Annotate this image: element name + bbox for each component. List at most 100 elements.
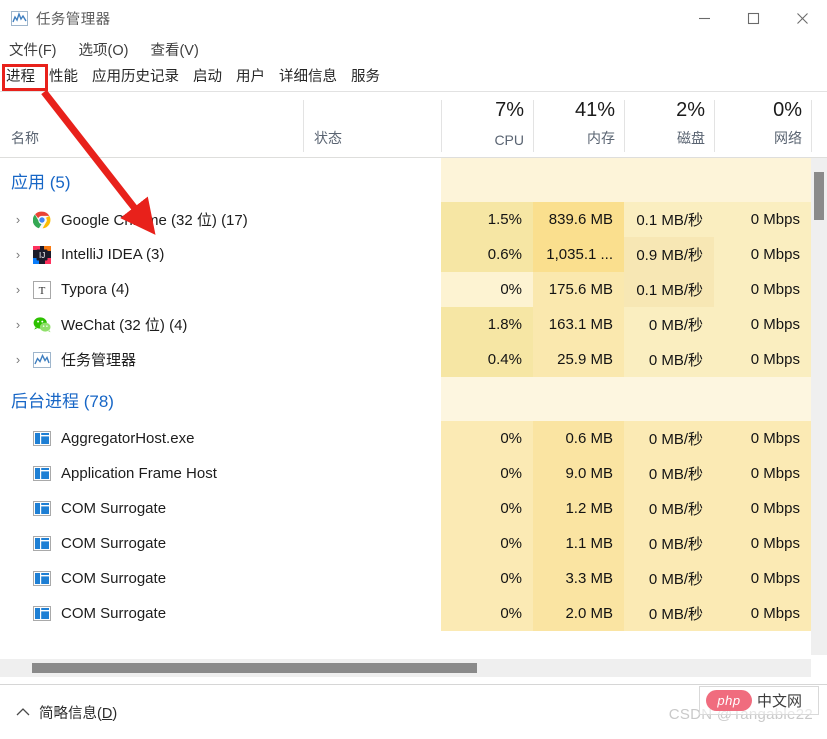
group-cpu-cell: [441, 377, 533, 421]
process-row[interactable]: COM Surrogate 0% 1.2 MB 0 MB/秒 0 Mbps: [0, 491, 811, 526]
process-name-cell[interactable]: COM Surrogate: [0, 561, 441, 596]
process-group-header[interactable]: 应用 (5): [0, 158, 811, 202]
group-cpu-cell: [441, 158, 533, 202]
process-disk-cell: 0 MB/秒: [624, 526, 714, 561]
column-cpu[interactable]: 7% CPU: [441, 92, 533, 157]
expand-chevron-icon[interactable]: ›: [10, 282, 26, 297]
process-cpu-cell: 0%: [441, 526, 533, 561]
process-network-cell: 0 Mbps: [714, 272, 811, 307]
expand-chevron-icon[interactable]: ›: [10, 247, 26, 262]
process-memory-cell: 2.0 MB: [533, 596, 624, 631]
process-name-cell[interactable]: › 任务管理器: [0, 342, 441, 377]
tab-startup[interactable]: 启动: [186, 64, 229, 91]
process-row[interactable]: AggregatorHost.exe 0% 0.6 MB 0 MB/秒 0 Mbps: [0, 421, 811, 456]
process-list[interactable]: 应用 (5) › Google Chrome (32 位) (17) 1.5% 839.…: [0, 158, 811, 655]
expand-chevron-icon[interactable]: ›: [10, 317, 26, 332]
process-network-cell: 0 Mbps: [714, 237, 811, 272]
group-network-cell: [714, 377, 811, 421]
horizontal-scrollbar-thumb[interactable]: [32, 663, 477, 673]
typora-icon: T: [32, 280, 52, 300]
process-cpu-cell: 0%: [441, 421, 533, 456]
process-cpu-cell: 0%: [441, 491, 533, 526]
process-window-icon: [32, 429, 52, 449]
expand-chevron-icon[interactable]: ›: [10, 212, 26, 227]
process-memory-cell: 3.3 MB: [533, 561, 624, 596]
process-network-cell: 0 Mbps: [714, 456, 811, 491]
group-memory-cell: [533, 377, 624, 421]
process-name-cell[interactable]: AggregatorHost.exe: [0, 421, 441, 456]
chevron-up-icon[interactable]: [14, 706, 32, 720]
task-manager-window: 任务管理器 文件(F) 选项(O) 查看(V) 进程 性能 应用历史记录 启动 …: [0, 0, 827, 739]
process-row[interactable]: Application Frame Host 0% 9.0 MB 0 MB/秒 0 Mb…: [0, 456, 811, 491]
expand-spacer: [10, 466, 26, 481]
process-name-cell[interactable]: Application Frame Host: [0, 456, 441, 491]
process-name: WeChat (32 位) (4): [61, 317, 188, 334]
process-memory-cell: 25.9 MB: [533, 342, 624, 377]
tab-app-history[interactable]: 应用历史记录: [85, 64, 186, 91]
column-network[interactable]: 0% 网络: [714, 92, 811, 157]
group-title: 后台进程 (78): [11, 391, 114, 411]
process-name: 任务管理器: [61, 352, 137, 369]
process-name-cell[interactable]: COM Surrogate: [0, 596, 441, 631]
process-row[interactable]: COM Surrogate 0% 3.3 MB 0 MB/秒 0 Mbps: [0, 561, 811, 596]
column-network-label: 网络: [774, 130, 802, 146]
process-window-icon: [32, 604, 52, 624]
process-cpu-cell: 0%: [441, 596, 533, 631]
window-controls: [680, 0, 827, 36]
process-group-header[interactable]: 后台进程 (78): [0, 377, 811, 421]
process-row[interactable]: COM Surrogate 0% 2.0 MB 0 MB/秒 0 Mbps: [0, 596, 811, 631]
process-row[interactable]: › T Typora (4) 0% 175.6 MB 0.1 MB/秒 0 Mbps: [0, 272, 811, 307]
process-memory-cell: 9.0 MB: [533, 456, 624, 491]
process-memory-cell: 0.6 MB: [533, 421, 624, 456]
process-name: Typora (4): [61, 281, 130, 298]
process-network-cell: 0 Mbps: [714, 491, 811, 526]
tab-details[interactable]: 详细信息: [272, 64, 344, 91]
process-name-cell[interactable]: COM Surrogate: [0, 526, 441, 561]
tab-services[interactable]: 服务: [344, 64, 387, 91]
column-status[interactable]: 状态: [303, 92, 441, 157]
maximize-button[interactable]: [729, 0, 778, 36]
process-disk-cell: 0 MB/秒: [624, 491, 714, 526]
tab-performance[interactable]: 性能: [42, 64, 85, 91]
menu-options[interactable]: 选项(O): [79, 39, 129, 60]
menu-file[interactable]: 文件(F): [9, 39, 57, 60]
column-memory[interactable]: 41% 内存: [533, 92, 624, 157]
menu-view[interactable]: 查看(V): [150, 39, 198, 60]
horizontal-scrollbar[interactable]: [0, 659, 811, 677]
process-row[interactable]: › Google Chrome (32 位) (17) 1.5% 839.6 MB 0.…: [0, 202, 811, 237]
vertical-scrollbar[interactable]: [811, 158, 827, 655]
fewer-details-button[interactable]: 简略信息(D): [39, 702, 117, 723]
expand-spacer: [10, 571, 26, 586]
process-name-cell[interactable]: › T Typora (4): [0, 272, 441, 307]
php-watermark-text: 中文网: [757, 693, 803, 710]
close-button[interactable]: [778, 0, 827, 36]
task-manager-icon: [32, 350, 52, 370]
expand-spacer: [10, 536, 26, 551]
vertical-scrollbar-thumb[interactable]: [814, 172, 824, 220]
process-name-cell[interactable]: › IJ IntelliJ IDEA (3): [0, 237, 441, 272]
process-disk-cell: 0.9 MB/秒: [624, 237, 714, 272]
tab-processes[interactable]: 进程: [0, 64, 42, 91]
process-name-cell[interactable]: COM Surrogate: [0, 491, 441, 526]
column-header-row: 名称 状态 7% CPU 41% 内存 2% 磁盘 0% 网络: [0, 92, 827, 210]
column-name[interactable]: 名称: [0, 92, 303, 157]
process-row[interactable]: COM Surrogate 0% 1.1 MB 0 MB/秒 0 Mbps: [0, 526, 811, 561]
php-logo-icon: php: [706, 690, 752, 711]
process-name-cell[interactable]: › Google Chrome (32 位) (17): [0, 202, 441, 237]
process-row[interactable]: › IJ IntelliJ IDEA (3) 0.6% 1,035.1 ... 0.9 M…: [0, 237, 811, 272]
process-name: COM Surrogate: [61, 535, 167, 552]
minimize-button[interactable]: [680, 0, 729, 36]
process-name: Application Frame Host: [61, 465, 217, 482]
expand-chevron-icon[interactable]: ›: [10, 352, 26, 367]
column-disk[interactable]: 2% 磁盘: [624, 92, 714, 157]
process-row[interactable]: › WeChat (32 位) (4) 1.8% 163.1 MB 0 MB/秒 0 Mb…: [0, 307, 811, 342]
column-divider: [811, 100, 812, 152]
process-name-cell[interactable]: › WeChat (32 位) (4): [0, 307, 441, 342]
process-row[interactable]: › 任务管理器 0.4% 25.9 MB 0 MB/秒 0 Mbps: [0, 342, 811, 377]
svg-text:IJ: IJ: [39, 251, 45, 260]
tab-users[interactable]: 用户: [229, 64, 272, 91]
group-memory-cell: [533, 158, 624, 202]
process-memory-cell: 175.6 MB: [533, 272, 624, 307]
process-name: COM Surrogate: [61, 605, 167, 622]
process-cpu-cell: 0%: [441, 561, 533, 596]
